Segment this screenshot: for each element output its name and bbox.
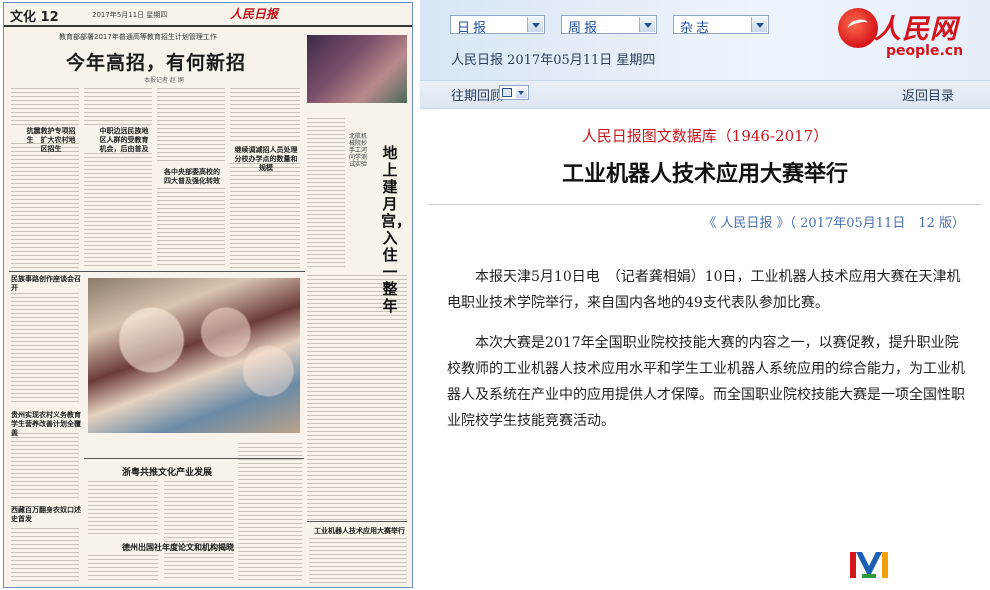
newspaper-page[interactable]: 文化 12 2017年5月11日 星期四 人民日报 教育部部署2017年普通高等… (3, 2, 413, 588)
chevron-down-icon[interactable] (639, 17, 655, 32)
newspaper-headline[interactable]: 今年高招，有何新招 (66, 48, 246, 75)
text-column (164, 481, 234, 581)
text-column (84, 88, 152, 126)
back-issue-label: 往期回顾 (451, 89, 504, 104)
newspaper-article-head[interactable]: 西藏百万翻身农奴口述史首发 (11, 506, 81, 524)
text-column (238, 443, 302, 581)
newspaper-masthead: 文化 12 2017年5月11日 星期四 人民日报 (4, 3, 412, 27)
chevron-down-icon[interactable] (516, 87, 527, 98)
article-paragraph: 本报天津5月10日电 （记者龚相娟）10日，工业机器人技术应用大赛在天津机电职业… (447, 269, 961, 311)
vertical-subtitle: 北航机械院抄手工河问学测试实验 (348, 133, 367, 168)
divider (428, 204, 982, 205)
text-column (11, 143, 79, 268)
text-column (157, 188, 225, 268)
text-column (88, 555, 158, 583)
newspaper-kicker: 教育部部署2017年普通高等教育招生计划管理工作 (59, 33, 217, 41)
newspaper-article-head[interactable]: 德州出国社年度论文和机构揭晓 (122, 542, 234, 553)
text-column (230, 163, 300, 268)
text-column (11, 293, 79, 403)
newspaper-subhead: 抗震救护专项招生 扩大农村地区招生 (26, 127, 76, 153)
text-column (157, 88, 225, 163)
newspaper-subhead: 中职边远民族地区人群的受教育机会，后由普及 (99, 127, 149, 153)
newspaper-article-head[interactable]: 贵州实现农村义务教育学生营养改善计划全覆盖 (11, 411, 81, 438)
chevron-down-icon[interactable] (527, 17, 543, 32)
newspaper-date: 2017年5月11日 星期四 (92, 11, 168, 19)
photo-figures (88, 278, 300, 433)
text-column (88, 481, 158, 536)
chevron-down-icon[interactable] (751, 17, 767, 32)
text-column (230, 88, 300, 143)
highlighted-article-head[interactable]: 工业机器人技术应用大赛举行 (314, 526, 405, 536)
news-photo-main[interactable] (88, 278, 300, 433)
article-source: 《 人民日报 》（ 2017年05月11日 12 版） (703, 216, 965, 231)
newspaper-page-scan[interactable]: 文化 12 2017年5月11日 星期四 人民日报 教育部部署2017年普通高等… (0, 0, 416, 590)
issue-date-picker[interactable] (499, 85, 529, 100)
news-photo[interactable] (307, 35, 407, 103)
people-logo-icon[interactable] (838, 8, 878, 48)
newspaper-article-head[interactable]: 民族事路创作座谈会召开 (11, 275, 81, 293)
text-column (84, 153, 152, 268)
newspaper-section: 文化 12 (10, 10, 59, 25)
people-logo-url[interactable]: people.cn (886, 43, 963, 59)
newspaper-byline: 本报记者 赵 婀 (144, 77, 184, 84)
vertical-headline[interactable]: 地上建月宫，入住一整年 (381, 145, 411, 315)
media-logo-icon[interactable] (848, 548, 890, 582)
newspaper-subhead: 各中央部委高校的四大普及强化转效 (164, 168, 220, 185)
people-logo-text[interactable]: 人民网 (874, 7, 958, 46)
return-to-contents-link[interactable]: 返回目录 (902, 85, 954, 104)
daily-select[interactable]: 日报 (450, 15, 545, 36)
divider (9, 271, 305, 272)
divider (307, 521, 407, 522)
newspaper-article-head[interactable]: 浙粤共推文化产业发展 (122, 465, 212, 478)
text-column (11, 433, 79, 501)
article-paragraph: 本次大赛是2017年全国职业院校技能大赛的内容之一，以赛促教，提升职业院校教师的… (447, 335, 965, 429)
divider (84, 458, 304, 459)
weekly-select[interactable]: 周报 (561, 15, 657, 36)
calendar-icon[interactable] (502, 88, 512, 97)
text-column (11, 528, 79, 583)
newspaper-subhead: 继续调减招人员处理分校办学点的数量和规模 (234, 146, 298, 172)
text-column (307, 118, 345, 268)
database-title: 人民日报图文数据库（1946-2017） (581, 127, 829, 145)
text-column (309, 538, 407, 583)
magazine-select[interactable]: 杂志 (673, 15, 769, 36)
article-title: 工业机器人技术应用大赛举行 (561, 162, 848, 187)
newspaper-logo: 人民日报 (230, 7, 279, 21)
issue-date: 人民日报 2017年05月11日 星期四 (451, 53, 656, 68)
text-column (11, 88, 79, 126)
